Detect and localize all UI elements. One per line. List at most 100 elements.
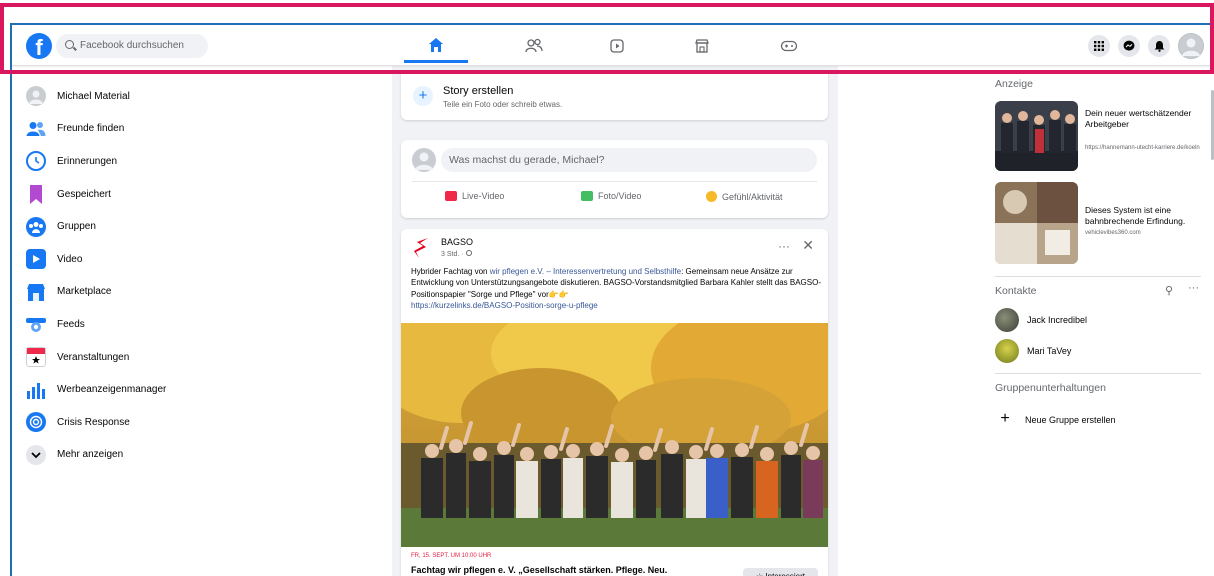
ads-manager-chart-icon — [26, 380, 46, 400]
sidebar-item-label: Gruppen — [57, 221, 96, 233]
sidebar-item-label: Gespeichert — [57, 188, 111, 200]
search-placeholder: Facebook durchsuchen — [80, 40, 184, 51]
search-input[interactable]: Facebook durchsuchen — [56, 34, 208, 58]
feeling-activity-button[interactable]: Gefühl/Aktivität — [706, 191, 783, 202]
tab-marketplace[interactable] — [670, 29, 734, 63]
action-label: Gefühl/Aktivität — [722, 191, 783, 202]
status-input[interactable]: Was machst du gerade, Michael? — [441, 148, 817, 172]
action-label: Live-Video — [462, 191, 505, 201]
sidebar-item-profile[interactable]: Michael Material — [26, 80, 286, 113]
messenger-icon[interactable] — [1118, 35, 1140, 57]
gaming-icon — [780, 40, 798, 52]
ad-image — [995, 101, 1078, 171]
post-text: Hybrider Fachtag von wir pflegen e.V. – … — [411, 266, 821, 311]
avatar — [995, 308, 1019, 332]
plus-icon: + — [1000, 410, 1010, 427]
feed-post: BAGSO 3 Std. · ··· ✕ Hybrider Fachtag vo… — [401, 229, 828, 576]
memories-clock-icon — [26, 151, 46, 172]
photo-icon — [581, 191, 593, 201]
user-avatar — [26, 86, 46, 107]
smiley-icon — [706, 191, 717, 202]
groups-icon — [26, 216, 46, 237]
friends-icon — [525, 38, 543, 53]
live-video-button[interactable]: Live-Video — [445, 191, 504, 201]
marketplace-icon — [695, 39, 709, 53]
sidebar-item-label: Erinnerungen — [57, 155, 118, 167]
post-url-link[interactable]: https://kurzelinks.de/BAGSO-Position-sor… — [411, 301, 598, 310]
divider — [412, 181, 817, 182]
sidebar-item-label: Freunde finden — [57, 123, 125, 135]
ad-item[interactable]: Dieses System ist eine bahnbrechende Erf… — [995, 182, 1201, 264]
photo-video-button[interactable]: Foto/Video — [581, 191, 641, 201]
tab-gaming[interactable] — [757, 29, 821, 63]
event-title[interactable]: Fachtag wir pflegen e. V. „Gesellschaft … — [411, 565, 667, 575]
sidebar-item-friends[interactable]: Freunde finden — [26, 113, 286, 146]
group-chats-header: Gruppenunterhaltungen — [995, 382, 1106, 394]
live-video-icon — [445, 191, 457, 201]
sidebar-item-video[interactable]: Video — [26, 243, 286, 276]
feeds-icon — [26, 314, 46, 334]
close-icon[interactable]: ✕ — [802, 237, 814, 254]
sidebar-item-label: Mehr anzeigen — [57, 449, 124, 461]
story-title: Story erstellen — [443, 85, 514, 97]
globe-icon — [465, 250, 472, 256]
sidebar-item-label: Crisis Response — [57, 416, 130, 428]
contacts-header: Kontakte — [995, 285, 1037, 297]
sidebar-item-label: Feeds — [57, 318, 85, 330]
bookmark-icon — [26, 184, 46, 204]
sidebar-item-crisis-response[interactable]: Crisis Response — [26, 406, 286, 439]
ad-image — [995, 182, 1078, 264]
avatar — [995, 339, 1019, 363]
contact-item[interactable]: Jack Incredibel — [995, 308, 1087, 332]
sidebar-item-label: Veranstaltungen — [57, 351, 130, 363]
sidebar-item-show-more[interactable]: Mehr anzeigen — [26, 439, 286, 472]
event-date: FR, 15. SEPT. UM 10:00 UHR — [411, 553, 492, 559]
post-composer: Was machst du gerade, Michael? Live-Vide… — [401, 140, 828, 218]
ad-title: Dein neuer wertschätzender Arbeitgeber — [1085, 108, 1192, 129]
tab-watch[interactable] — [585, 29, 649, 63]
story-subtitle: Teile ein Foto oder schreib etwas. — [443, 100, 563, 109]
interested-button[interactable]: ☆ Interessiert — [743, 568, 818, 576]
menu-grid-icon[interactable] — [1088, 35, 1110, 57]
sidebar-item-saved[interactable]: Gespeichert — [26, 178, 286, 211]
more-options-icon[interactable]: ··· — [778, 239, 790, 253]
post-timestamp[interactable]: 3 Std. · — [441, 250, 472, 258]
facebook-logo-icon[interactable]: f — [26, 33, 52, 59]
create-story-card[interactable]: + Story erstellen Teile ein Foto oder sc… — [401, 70, 828, 120]
ad-item[interactable]: Dein neuer wertschätzender Arbeitgeber h… — [995, 101, 1201, 173]
new-group-label: Neue Gruppe erstellen — [1025, 415, 1116, 425]
ad-url: vehiclevibes360.com — [1085, 230, 1141, 236]
video-icon — [26, 249, 46, 270]
top-navigation-bar: f Facebook durchsuchen — [12, 25, 1214, 66]
contact-name: Jack Incredibel — [1027, 315, 1088, 325]
account-avatar[interactable] — [1178, 33, 1204, 59]
contact-item[interactable]: Mari TaVey — [995, 339, 1071, 363]
sidebar-item-memories[interactable]: Erinnerungen — [26, 145, 286, 178]
notifications-icon[interactable] — [1148, 35, 1170, 57]
contacts-more-icon[interactable]: ··· — [1188, 282, 1199, 294]
sidebar-item-groups[interactable]: Gruppen — [26, 210, 286, 243]
crisis-response-icon — [26, 412, 46, 433]
tab-home[interactable] — [404, 29, 468, 63]
post-photo[interactable] — [401, 323, 828, 547]
new-group-button[interactable]: + Neue Gruppe erstellen — [995, 410, 1116, 430]
ads-header: Anzeige — [995, 78, 1033, 90]
contacts-search-icon[interactable]: ⚲ — [1165, 284, 1173, 297]
sidebar-item-label: Werbeanzeigenmanager — [57, 384, 167, 396]
ad-title: Dieses System ist eine bahnbrechende Erf… — [1085, 205, 1186, 226]
events-calendar-icon — [26, 347, 46, 368]
search-icon — [65, 40, 74, 49]
bagso-logo[interactable] — [411, 237, 433, 259]
sidebar-item-events[interactable]: Veranstaltungen — [26, 341, 286, 374]
divider — [995, 373, 1201, 374]
tab-friends[interactable] — [502, 29, 566, 63]
contact-name: Mari TaVey — [1027, 346, 1072, 356]
post-author[interactable]: BAGSO — [441, 237, 473, 247]
action-label: Foto/Video — [598, 191, 642, 201]
sidebar-item-marketplace[interactable]: Marketplace — [26, 276, 286, 309]
sidebar-item-feeds[interactable]: Feeds — [26, 308, 286, 341]
sidebar-item-label: Michael Material — [57, 90, 130, 102]
page-link[interactable]: wir pflegen e.V. – Interessenvertretung … — [490, 267, 681, 276]
sidebar-item-ads-manager[interactable]: Werbeanzeigenmanager — [26, 373, 286, 406]
sidebar-item-label: Marketplace — [57, 286, 112, 298]
